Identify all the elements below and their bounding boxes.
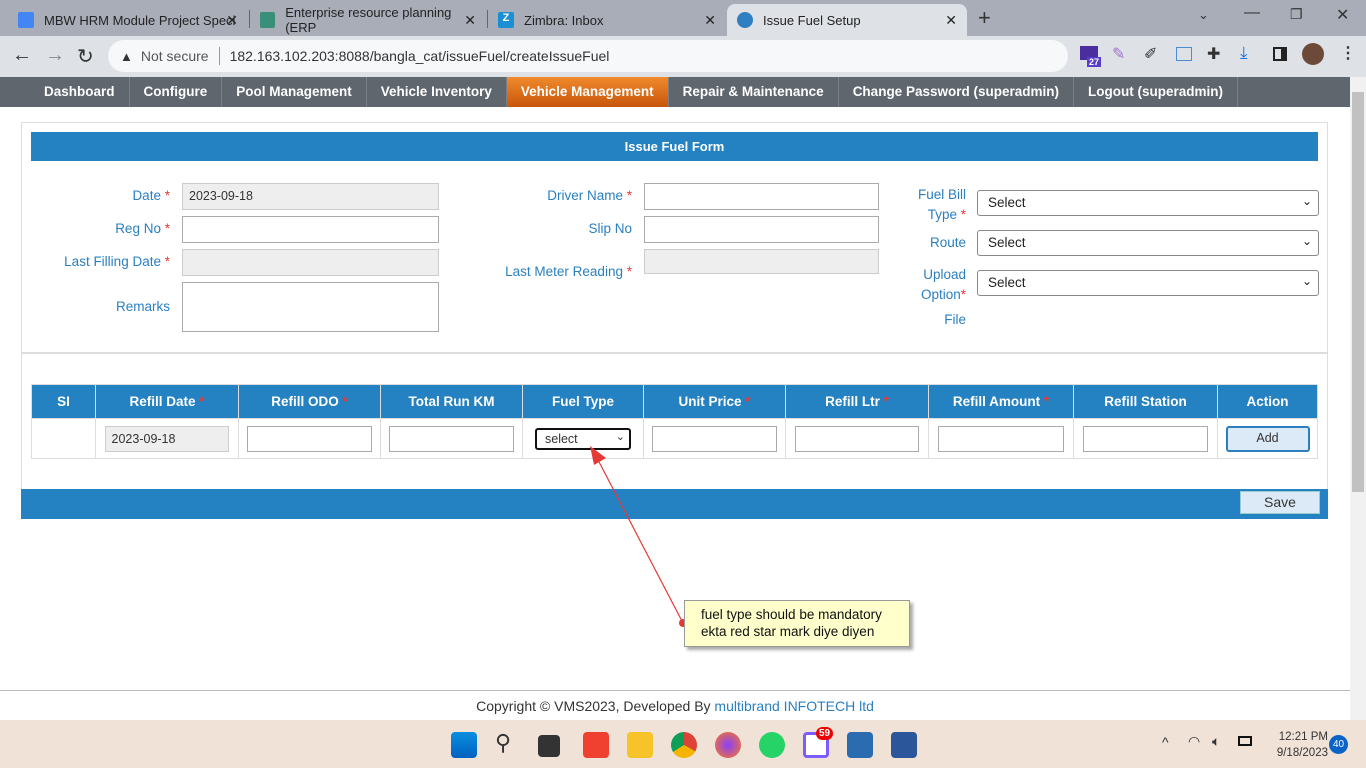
- battery-icon[interactable]: [1238, 736, 1252, 746]
- task-view-icon[interactable]: [538, 735, 560, 757]
- footer: Copyright © VMS2023, Developed By multib…: [476, 698, 874, 714]
- start-icon[interactable]: [451, 732, 477, 758]
- wifi-icon[interactable]: ◠: [1188, 733, 1200, 750]
- annotation-note: fuel type should be mandatory ekta red st…: [684, 600, 910, 647]
- file-explorer-icon[interactable]: [627, 732, 653, 758]
- chrome-icon[interactable]: [671, 732, 697, 758]
- notification-badge[interactable]: 40: [1329, 735, 1348, 754]
- word-icon[interactable]: [891, 732, 917, 758]
- footer-link[interactable]: multibrand INFOTECH ltd: [714, 698, 873, 714]
- clock[interactable]: 12:21 PM 9/18/2023: [1262, 729, 1328, 761]
- whatsapp-icon[interactable]: [759, 732, 785, 758]
- anydesk-icon[interactable]: [583, 732, 609, 758]
- volume-icon[interactable]: 🔈︎: [1212, 733, 1220, 750]
- tray-chevron-icon[interactable]: ^: [1162, 734, 1169, 750]
- annotation-arrow: [590, 446, 687, 627]
- search-icon[interactable]: ⚲: [495, 730, 511, 756]
- s-app-icon[interactable]: [847, 732, 873, 758]
- firefox-icon[interactable]: [715, 732, 741, 758]
